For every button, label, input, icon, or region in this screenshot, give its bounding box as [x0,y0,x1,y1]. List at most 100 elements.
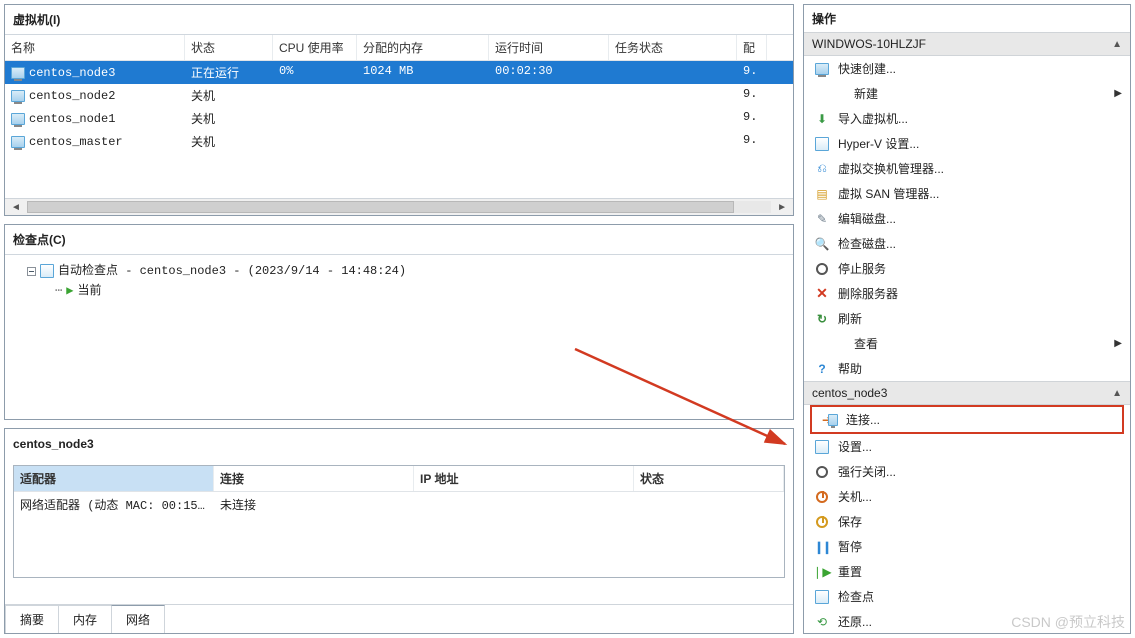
scroll-track[interactable] [27,201,771,213]
tree-collapse-icon[interactable] [27,267,36,276]
vm-icon [11,90,25,102]
action-item[interactable]: ↻刷新 [804,306,1130,331]
action-item[interactable]: ▤虚拟 SAN 管理器... [804,181,1130,206]
col-cpu[interactable]: CPU 使用率 [273,35,357,60]
col-mem[interactable]: 分配的内存 [357,35,489,60]
actions-host-label: WINDWOS-10HLZJF [812,37,926,51]
collapse-icon[interactable]: ▲ [1112,388,1122,399]
vm-ver: 9. [737,84,767,107]
checkpoint-icon [814,589,830,605]
action-item[interactable]: 强行关闭... [804,459,1130,484]
vm-status: 关机 [185,107,273,130]
vm-uptime [489,130,609,153]
actions-title: 操作 [803,4,1131,32]
vm-uptime [489,107,609,130]
action-label: 删除服务器 [838,285,1122,302]
action-item[interactable]: 关机... [804,484,1130,509]
vm-task [609,107,737,130]
action-label: 刷新 [838,310,1122,327]
vm-row[interactable]: centos_node1关机9. [5,107,793,130]
action-item[interactable]: ❙❙暂停 [804,534,1130,559]
actions-vm-header[interactable]: centos_node3 ▲ [804,381,1130,405]
action-item[interactable]: ⬇导入虚拟机... [804,106,1130,131]
col-ip[interactable]: IP 地址 [414,466,634,491]
save-icon [814,514,830,530]
tab-summary[interactable]: 摘要 [5,605,59,633]
actions-host-header[interactable]: WINDWOS-10HLZJF ▲ [804,32,1130,56]
action-item[interactable]: 快速创建... [804,56,1130,81]
action-item[interactable]: 新建▶ [804,81,1130,106]
vm-cpu [273,84,357,107]
action-item[interactable]: 设置... [804,434,1130,459]
scroll-left-icon[interactable]: ◄ [7,202,25,213]
vm-row[interactable]: centos_node2关机9. [5,84,793,107]
chevron-right-icon: ▶ [1114,88,1122,99]
vm-uptime [489,84,609,107]
action-item[interactable]: 停止服务 [804,256,1130,281]
vm-status: 正在运行 [185,61,273,84]
vm-status: 关机 [185,84,273,107]
vm-list-panel: 虚拟机(I) 名称 状态 CPU 使用率 分配的内存 运行时间 任务状态 配 c… [4,4,794,216]
vm-row[interactable]: centos_master关机9. [5,130,793,153]
monitor-icon [814,61,830,77]
action-item[interactable]: 查看▶ [804,331,1130,356]
action-item[interactable]: ⎌虚拟交换机管理器... [804,156,1130,181]
col-name[interactable]: 名称 [5,35,185,60]
adapter-status [634,492,784,517]
checkpoint-root[interactable]: 自动检查点 - centos_node3 - (2023/9/14 - 14:4… [13,261,785,281]
col-ver[interactable]: 配 [737,35,767,60]
col-status[interactable]: 状态 [185,35,273,60]
action-label: 强行关闭... [838,463,1122,480]
vm-ver: 9. [737,107,767,130]
scroll-thumb[interactable] [27,201,734,213]
col-conn[interactable]: 连接 [214,466,414,491]
action-label: 快速创建... [838,60,1122,77]
col-adapter[interactable]: 适配器 [14,466,214,491]
shutdown-icon [814,489,830,505]
vm-grid-header[interactable]: 名称 状态 CPU 使用率 分配的内存 运行时间 任务状态 配 [5,35,793,61]
checkpoints-panel: 检查点(C) 自动检查点 - centos_node3 - (2023/9/14… [4,224,794,420]
action-item[interactable]: ❘▶重置 [804,559,1130,584]
col-task[interactable]: 任务状态 [609,35,737,60]
action-label: 检查磁盘... [838,235,1122,252]
checkpoint-icon [40,264,54,278]
action-label: 暂停 [838,538,1122,555]
play-icon: ▶ [66,281,73,301]
action-item[interactable]: ✕删除服务器 [804,281,1130,306]
revert-icon: ⟲ [814,614,830,630]
action-item[interactable]: ➔连接... [812,407,1122,432]
action-label: 导入虚拟机... [838,110,1122,127]
vm-status: 关机 [185,130,273,153]
action-item[interactable]: 检查点 [804,584,1130,609]
vm-name: centos_master [29,135,123,149]
action-item[interactable]: 保存 [804,509,1130,534]
action-item[interactable]: ✎编辑磁盘... [804,206,1130,231]
switch-icon: ⎌ [814,161,830,177]
collapse-icon[interactable]: ▲ [1112,39,1122,50]
action-item[interactable]: 🔍检查磁盘... [804,231,1130,256]
action-item[interactable]: ⟲还原... [804,609,1130,634]
vm-panel-title: 虚拟机(I) [5,5,793,35]
col-uptime[interactable]: 运行时间 [489,35,609,60]
vm-mem [357,130,489,153]
vm-mem [357,107,489,130]
force-off-icon [814,464,830,480]
vm-cpu [273,130,357,153]
action-item[interactable]: ?帮助 [804,356,1130,381]
scroll-right-icon[interactable]: ► [773,202,791,213]
vm-icon [11,67,25,79]
stop-icon [814,261,830,277]
vm-task [609,84,737,107]
san-icon: ▤ [814,186,830,202]
vm-name: centos_node3 [29,66,115,80]
checkpoint-current[interactable]: ⋯ ▶ 当前 [13,281,785,301]
vm-task [609,130,737,153]
tab-network[interactable]: 网络 [111,605,165,633]
tab-memory[interactable]: 内存 [58,605,112,633]
adapter-row[interactable]: 网络适配器 (动态 MAC: 00:15:5...未连接 [14,492,784,517]
vm-row[interactable]: centos_node3正在运行0%1024 MB00:02:309. [5,61,793,84]
vm-h-scrollbar[interactable]: ◄ ► [5,198,793,215]
action-item[interactable]: Hyper-V 设置... [804,131,1130,156]
adapter-conn: 未连接 [214,492,414,517]
col-st[interactable]: 状态 [634,466,784,491]
